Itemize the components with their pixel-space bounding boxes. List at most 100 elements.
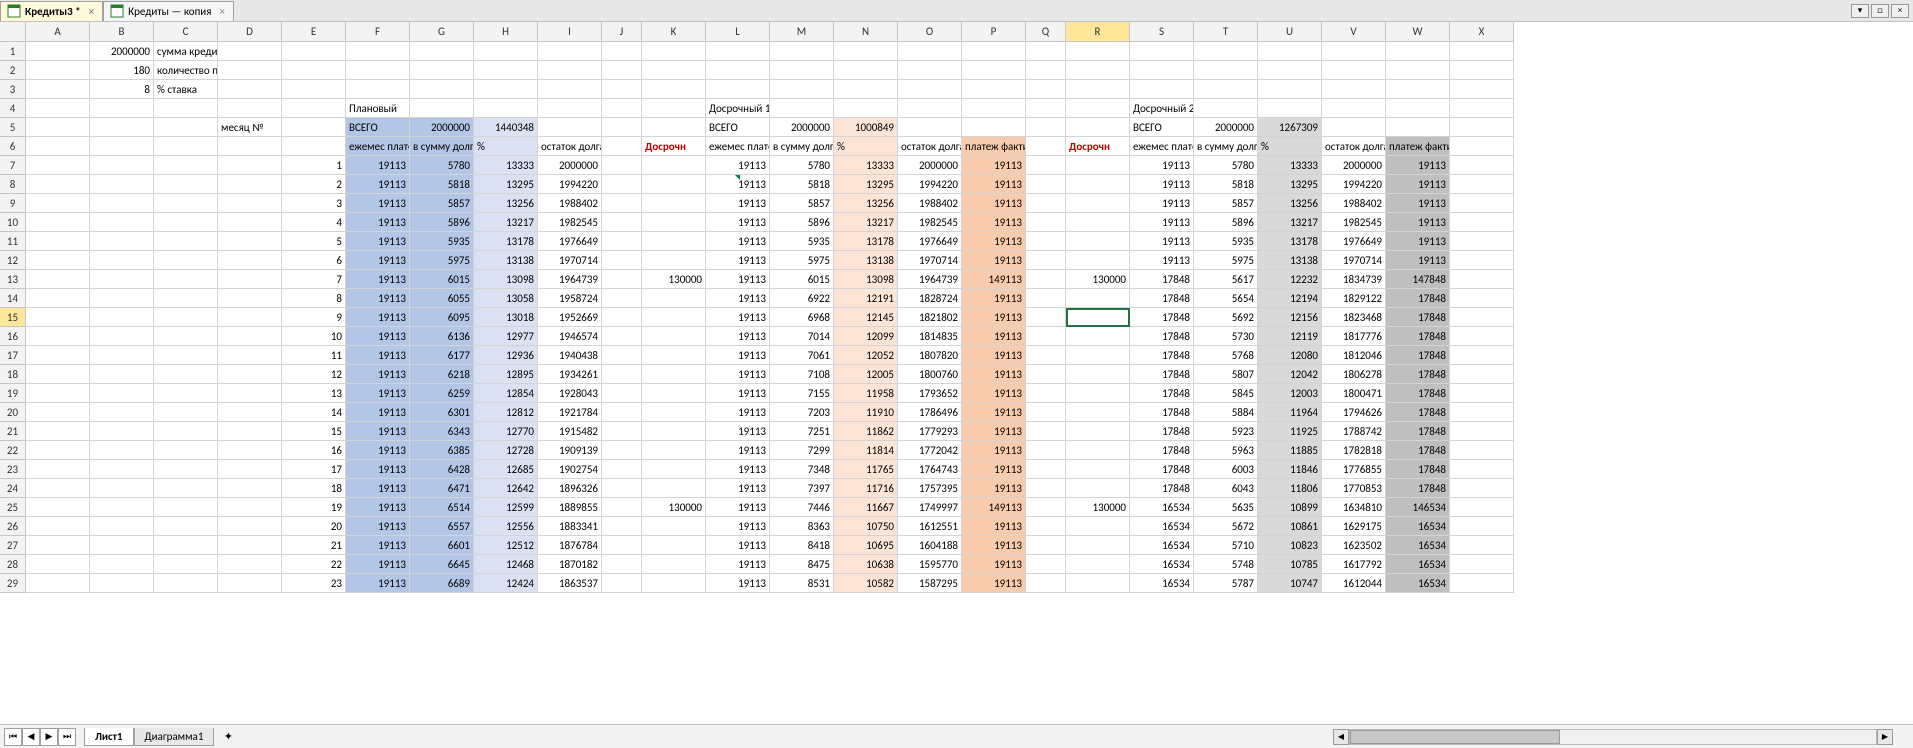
cell[interactable] xyxy=(1386,42,1450,61)
cell[interactable]: 11925 xyxy=(1258,422,1322,441)
cell[interactable]: 1828724 xyxy=(898,289,962,308)
cell[interactable]: 19113 xyxy=(706,346,770,365)
cell[interactable] xyxy=(1258,99,1322,118)
cell[interactable] xyxy=(1066,479,1130,498)
cell[interactable]: 17848 xyxy=(1130,365,1194,384)
cell[interactable] xyxy=(602,42,642,61)
cell[interactable] xyxy=(602,61,642,80)
cell[interactable]: 5692 xyxy=(1194,308,1258,327)
cell[interactable]: 10899 xyxy=(1258,498,1322,517)
column-header[interactable]: O xyxy=(898,22,962,42)
cell[interactable] xyxy=(602,327,642,346)
cell[interactable] xyxy=(154,422,218,441)
row-header[interactable]: 20 xyxy=(0,403,26,422)
cell[interactable]: 17848 xyxy=(1386,460,1450,479)
cell[interactable] xyxy=(538,80,602,99)
cell[interactable]: 17848 xyxy=(1386,346,1450,365)
cell[interactable]: 1612551 xyxy=(898,517,962,536)
cell[interactable] xyxy=(1066,365,1130,384)
cell[interactable] xyxy=(642,574,706,593)
cell[interactable] xyxy=(26,365,90,384)
cell[interactable] xyxy=(1026,42,1066,61)
cell[interactable] xyxy=(706,80,770,99)
cell[interactable]: 130000 xyxy=(1066,498,1130,517)
cell[interactable] xyxy=(602,213,642,232)
cell[interactable]: 19113 xyxy=(346,156,410,175)
cell[interactable] xyxy=(90,327,154,346)
cell[interactable] xyxy=(1386,118,1450,137)
cell[interactable] xyxy=(1130,61,1194,80)
cell[interactable] xyxy=(642,251,706,270)
cell[interactable] xyxy=(218,175,282,194)
cell[interactable] xyxy=(1066,517,1130,536)
cell[interactable]: 11964 xyxy=(1258,403,1322,422)
cell[interactable]: 6003 xyxy=(1194,460,1258,479)
cell[interactable]: 11 xyxy=(282,346,346,365)
tab-close-icon[interactable]: × xyxy=(89,5,94,18)
cell[interactable]: 1964739 xyxy=(538,270,602,289)
cell[interactable]: 19113 xyxy=(962,213,1026,232)
cell[interactable] xyxy=(642,365,706,384)
cell[interactable]: 3 xyxy=(282,194,346,213)
cell[interactable]: 19113 xyxy=(346,289,410,308)
cell[interactable] xyxy=(1026,289,1066,308)
row-header[interactable]: 1 xyxy=(0,42,26,61)
cell[interactable] xyxy=(1450,308,1514,327)
cell[interactable] xyxy=(26,61,90,80)
row-header[interactable]: 16 xyxy=(0,327,26,346)
cell[interactable] xyxy=(154,574,218,593)
cell[interactable]: 16 xyxy=(282,441,346,460)
cell[interactable]: 19113 xyxy=(346,384,410,403)
cell[interactable] xyxy=(154,289,218,308)
cell[interactable]: 10638 xyxy=(834,555,898,574)
cell[interactable]: 6601 xyxy=(410,536,474,555)
cell[interactable]: 1821802 xyxy=(898,308,962,327)
document-tab[interactable]: Кредиты — копия× xyxy=(103,1,234,21)
cell[interactable]: 19113 xyxy=(962,384,1026,403)
cell[interactable]: 19113 xyxy=(346,365,410,384)
cell[interactable] xyxy=(90,555,154,574)
cell[interactable] xyxy=(26,498,90,517)
cell[interactable]: 10785 xyxy=(1258,555,1322,574)
cell[interactable] xyxy=(1450,118,1514,137)
cell[interactable]: 1749997 xyxy=(898,498,962,517)
cell[interactable]: % xyxy=(834,137,898,156)
cell[interactable]: 21 xyxy=(282,536,346,555)
cell[interactable] xyxy=(1450,99,1514,118)
cell[interactable] xyxy=(602,536,642,555)
cell[interactable]: 17848 xyxy=(1130,403,1194,422)
cell[interactable] xyxy=(218,346,282,365)
cell[interactable]: 12191 xyxy=(834,289,898,308)
column-header[interactable]: E xyxy=(282,22,346,42)
cell[interactable] xyxy=(602,479,642,498)
cell[interactable] xyxy=(218,232,282,251)
cell[interactable] xyxy=(26,118,90,137)
cell[interactable]: 19113 xyxy=(346,479,410,498)
cell[interactable]: 1807820 xyxy=(898,346,962,365)
cell[interactable]: 16534 xyxy=(1386,555,1450,574)
cell[interactable]: 5768 xyxy=(1194,346,1258,365)
cell[interactable] xyxy=(218,42,282,61)
cell[interactable] xyxy=(154,555,218,574)
cell[interactable] xyxy=(602,194,642,213)
cell[interactable] xyxy=(218,137,282,156)
cell[interactable] xyxy=(154,118,218,137)
cell[interactable]: 5845 xyxy=(1194,384,1258,403)
cell[interactable]: Досрочн xyxy=(1066,137,1130,156)
cell[interactable]: 17848 xyxy=(1130,384,1194,403)
cell[interactable]: остаток долга xyxy=(1322,137,1386,156)
cell[interactable]: 19113 xyxy=(1130,175,1194,194)
cell[interactable] xyxy=(1450,156,1514,175)
cell[interactable]: 17848 xyxy=(1386,327,1450,346)
cell[interactable] xyxy=(346,42,410,61)
cell[interactable]: 13138 xyxy=(834,251,898,270)
cell[interactable]: 1595770 xyxy=(898,555,962,574)
cell[interactable]: 13058 xyxy=(474,289,538,308)
cell[interactable]: 6095 xyxy=(410,308,474,327)
cell[interactable] xyxy=(218,213,282,232)
cell[interactable]: 5635 xyxy=(1194,498,1258,517)
cell[interactable]: 12685 xyxy=(474,460,538,479)
cell[interactable]: 1988402 xyxy=(898,194,962,213)
cell[interactable] xyxy=(642,327,706,346)
cell[interactable]: 11958 xyxy=(834,384,898,403)
